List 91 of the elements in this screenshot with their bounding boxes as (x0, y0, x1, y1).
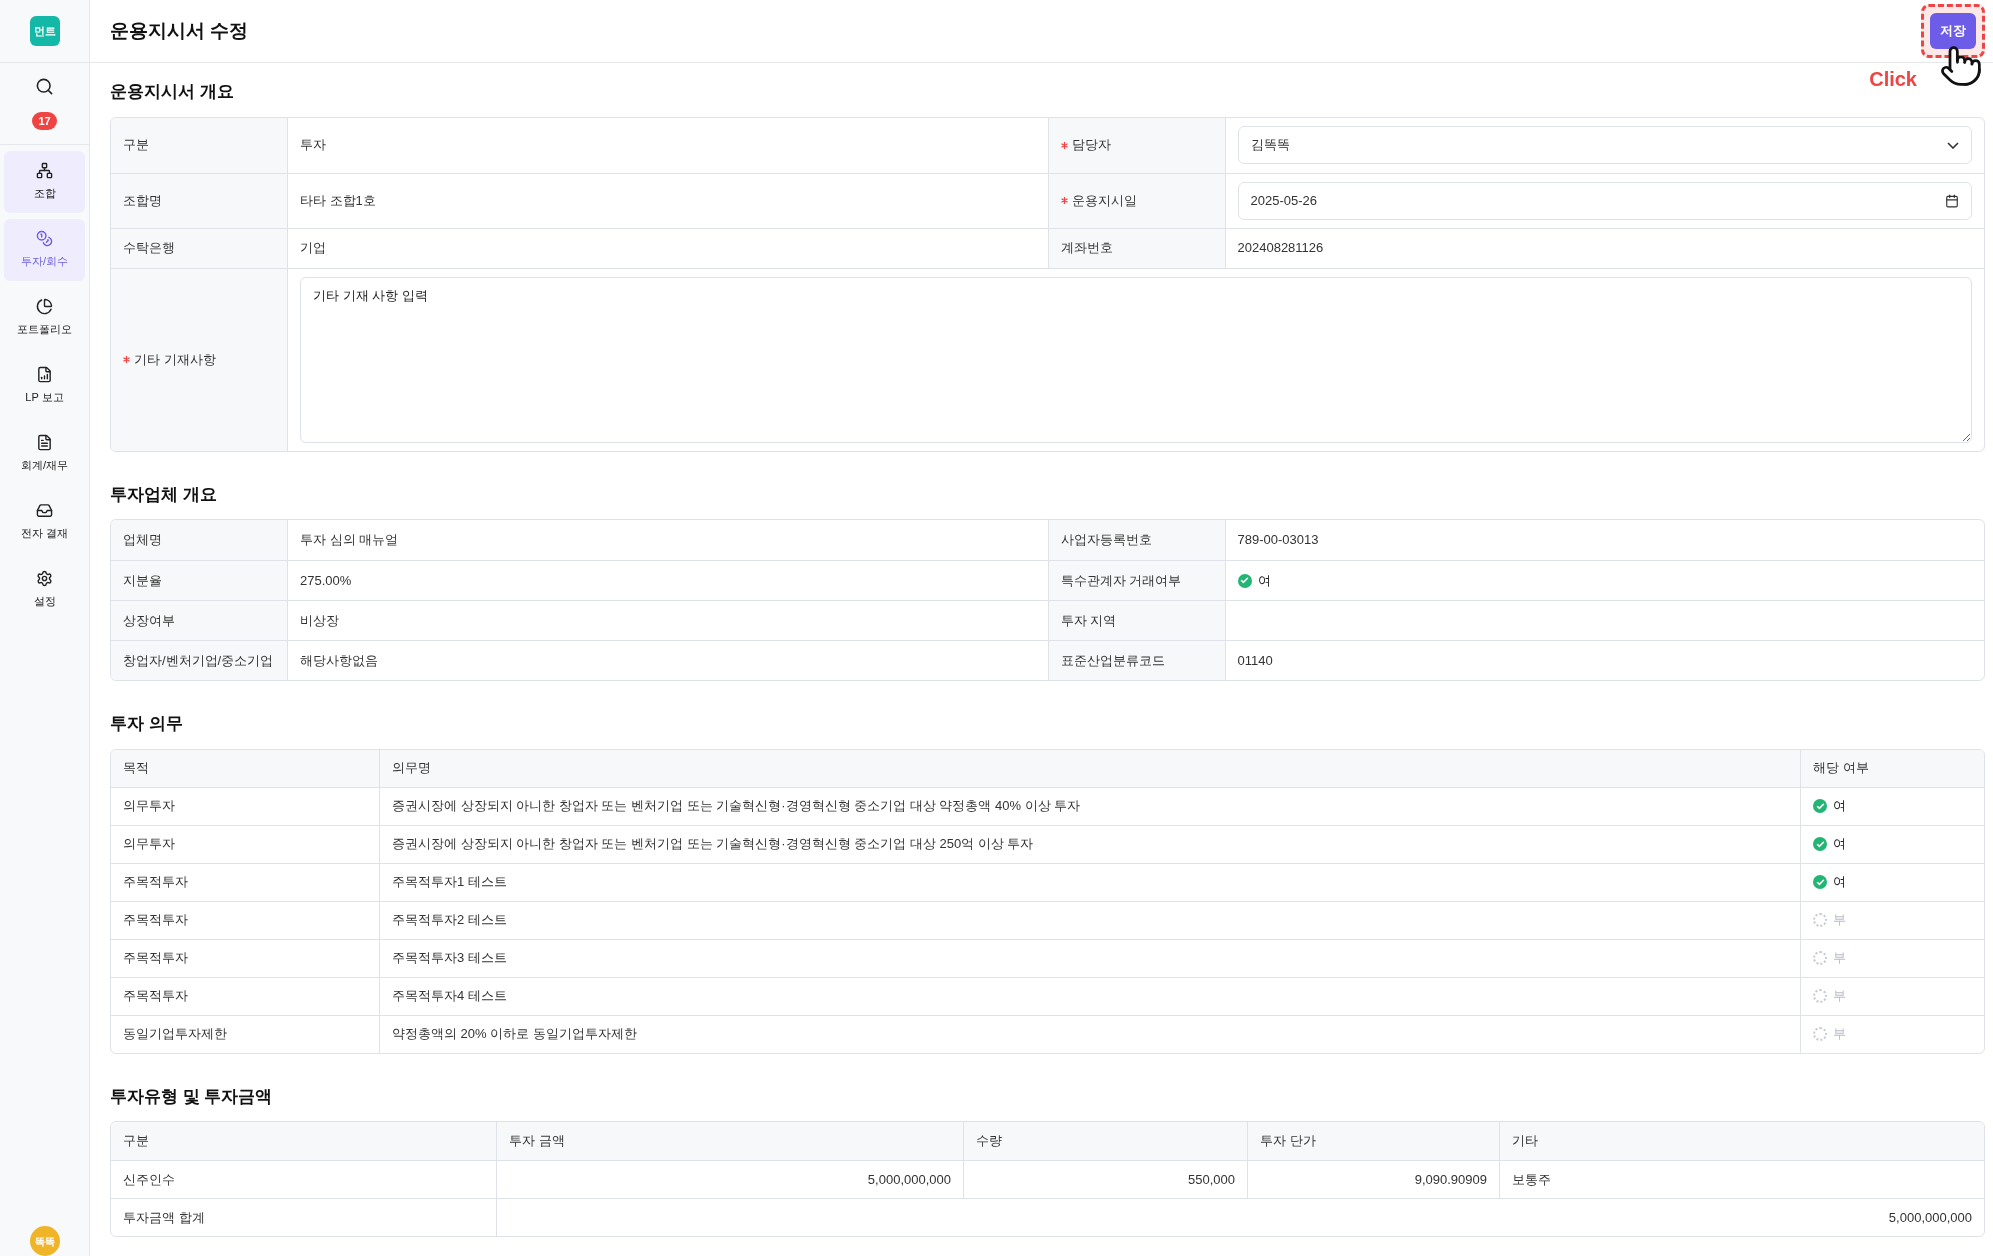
column-header: 목적 (123, 759, 149, 778)
field-value: 투자 심의 매뉴얼 (300, 531, 399, 550)
column-header: 구분 (123, 1132, 149, 1151)
sidebar-item[interactable]: 설정 (4, 559, 85, 621)
table-cell-text: 신주인수 (123, 1170, 175, 1189)
calendar-icon (1945, 193, 1959, 208)
table-cell-text: 증권시장에 상장되지 아니한 창업자 또는 벤처기업 또는 기술혁신형·경영혁신형 중소기업 대상 약정총액 40% 이상 투자 (392, 797, 1081, 816)
field-value: 01140 (1237, 651, 1273, 670)
field-label: 사업자등록번호 (1060, 531, 1152, 550)
section-title: 투자유형 및 투자금액 (110, 1085, 274, 1108)
table-cell-text: 주목적투자2 테스트 (392, 911, 507, 930)
column-header: 수량 (976, 1132, 1002, 1151)
section-title: 운용지시서 개요 (110, 81, 235, 103)
sidebar-item[interactable]: 전자 결재 (4, 491, 85, 553)
table-cell-text: 주목적투자3 테스트 (392, 949, 507, 968)
column-header: 투자 단가 (1260, 1132, 1316, 1151)
table-cell-text: 9,090.90909 (1414, 1170, 1487, 1189)
status-text: 부 (1833, 1025, 1846, 1044)
column-header: 투자 금액 (509, 1132, 565, 1151)
field-label: 특수관계자 거래여부 (1060, 571, 1182, 590)
chevron-down-icon (1947, 141, 1959, 149)
hand-cursor-icon (1939, 44, 1983, 88)
field-label: 구분 (123, 136, 149, 155)
sidebar-item[interactable]: 포트폴리오 (4, 287, 85, 349)
table-cell-text: 주목적투자4 테스트 (392, 987, 507, 1006)
field-label: 운용지시일 (1071, 191, 1137, 210)
field-label: 조합명 (123, 191, 162, 210)
pie-chart-icon (36, 298, 53, 316)
table-cell-text: 약정총액의 20% 이하로 동일기업투자제한 (392, 1025, 637, 1044)
section-title: 투자 의무 (110, 713, 184, 735)
status-text: 부 (1833, 987, 1846, 1006)
status-text: 부 (1833, 911, 1846, 930)
field-value: 비상장 (300, 611, 339, 630)
notification-count: 17 (32, 112, 57, 130)
field-label: 투자 지역 (1060, 611, 1117, 630)
field-label: 지분율 (123, 571, 162, 590)
coins-icon (36, 230, 53, 248)
page-title: 운용지시서 수정 (110, 18, 249, 43)
table-cell-text: 5,000,000,000 (867, 1170, 951, 1189)
field-value: 기업 (300, 239, 326, 258)
column-header: 의무명 (392, 759, 431, 778)
table-cell-text: 증권시장에 상장되지 아니한 창업자 또는 벤처기업 또는 기술혁신형·경영혁신형 중소기업 대상 250억 이상 투자 (392, 835, 1034, 854)
table-cell-text: 동일기업투자제한 (123, 1025, 227, 1044)
status-text: 여 (1833, 873, 1846, 892)
status-text: 여 (1833, 835, 1846, 854)
field-label: 담당자 (1071, 136, 1111, 155)
table-cell-text: 투자금액 합계 (123, 1208, 205, 1227)
status-text: 부 (1833, 949, 1846, 968)
table-cell-text: 주목적투자 (123, 911, 188, 930)
field-label: 상장여부 (123, 611, 175, 630)
sidebar-item[interactable]: 조합 (4, 151, 85, 213)
field-value: 275.00% (300, 571, 352, 590)
save-button[interactable]: 저장 (1930, 13, 1976, 49)
field-value: 투자 (300, 136, 326, 155)
field-label: 업체명 (123, 531, 162, 550)
sidebar-item[interactable]: LP 보고 (4, 355, 85, 417)
inbox-icon (36, 502, 53, 520)
field-label: 기타 기재사항 (134, 350, 216, 369)
settings-icon (36, 570, 53, 588)
table-cell-text: 주목적투자 (123, 949, 188, 968)
table-cell-text: 주목적투자 (123, 873, 188, 892)
date-field[interactable]: 2025-05-26 (1237, 181, 1972, 220)
select-field[interactable]: 김똑똑 (1237, 126, 1972, 164)
field-value: 타타 조합1호 (300, 191, 376, 210)
network-icon (36, 162, 53, 180)
report-icon (36, 366, 53, 384)
notes-textarea[interactable]: 기타 기재 사항 입력 (300, 276, 1972, 443)
status-text: 여 (1257, 571, 1271, 590)
section-title: 투자업체 개요 (110, 483, 218, 506)
table-cell-text: 550,000 (1188, 1170, 1235, 1189)
field-label: 계좌번호 (1060, 239, 1113, 258)
sidebar-item[interactable]: 회계/재무 (4, 423, 85, 485)
click-annotation: Click (1869, 67, 1917, 92)
document-icon (36, 434, 53, 452)
table-cell-text: 의무투자 (123, 797, 175, 816)
table-cell-text: 5,000,000,000 (1888, 1208, 1972, 1227)
table-cell-text: 보통주 (1512, 1170, 1551, 1189)
search-button[interactable] (35, 77, 54, 96)
field-value: 202408281126 (1237, 239, 1324, 258)
sidebar-item[interactable]: 투자/회수 (4, 219, 85, 281)
table-cell-text: 주목적투자 (123, 987, 188, 1006)
field-label: 표준산업분류코드 (1060, 651, 1165, 670)
field-value: 해당사항없음 (300, 651, 378, 670)
table-cell-text: 의무투자 (123, 835, 175, 854)
field-label: 창업자/벤처기업/중소기업 (123, 651, 274, 670)
field-value: 789-00-03013 (1237, 531, 1319, 550)
table-cell-text: 주목적투자1 테스트 (392, 873, 507, 892)
column-header: 해당 여부 (1813, 759, 1869, 778)
field-label: 수탁은행 (123, 239, 175, 258)
status-text: 여 (1833, 797, 1846, 816)
column-header: 기타 (1512, 1132, 1538, 1151)
